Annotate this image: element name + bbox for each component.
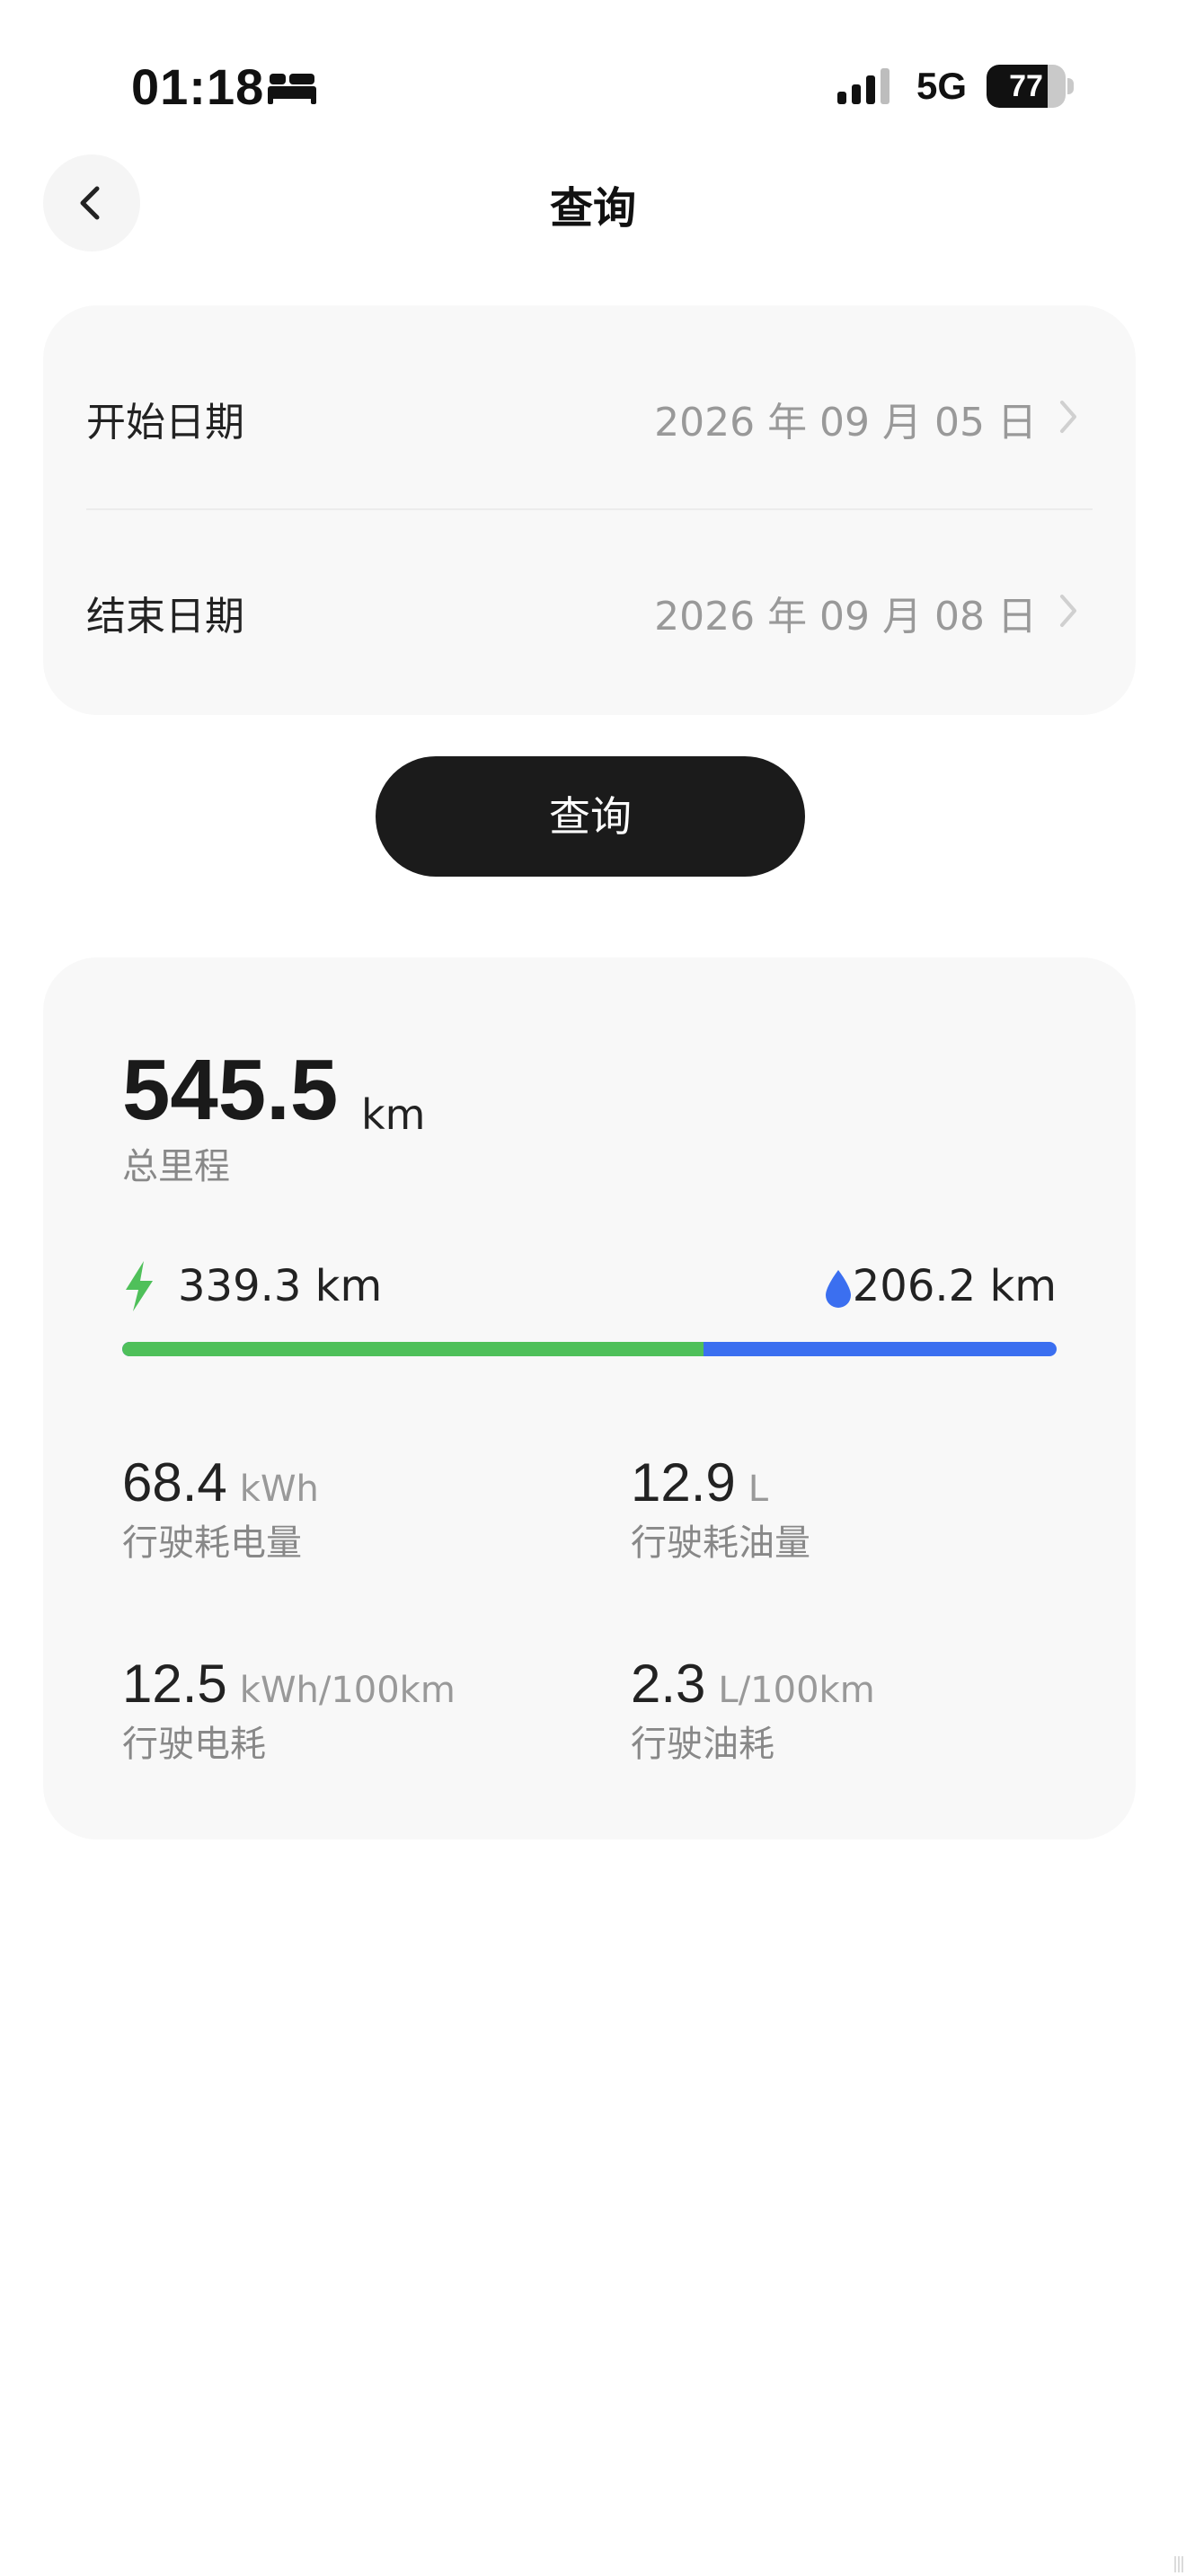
fuel-mileage: 206.2 km xyxy=(852,1261,1057,1311)
metric-label: 行驶耗油量 xyxy=(631,1522,810,1564)
query-page: 01:18 5G 77 查询 开始日期 2026 年 09 月 05 日 结束日… xyxy=(0,0,1186,2576)
status-time: 01:18 xyxy=(131,58,265,115)
metric-unit: L/100km xyxy=(718,1670,875,1711)
query-button[interactable]: 查询 xyxy=(376,756,805,877)
mileage-summary-card: 545.5 km 总里程 339.3 km 206.2 km 68.4 kWh 行… xyxy=(43,957,1136,1839)
end-date-value: 2026 年 09 月 08 日 xyxy=(654,594,1037,640)
start-date-row[interactable]: 开始日期 2026 年 09 月 05 日 xyxy=(43,345,1136,489)
chevron-right-icon xyxy=(1060,401,1076,433)
metric-unit: kWh xyxy=(239,1469,319,1510)
divider xyxy=(86,508,1093,510)
metric-label: 行驶电耗 xyxy=(122,1724,266,1765)
metric-unit: L xyxy=(748,1469,769,1510)
status-bar: 01:18 5G 77 xyxy=(0,0,1186,144)
signal-icon xyxy=(837,68,890,104)
total-mileage-label: 总里程 xyxy=(122,1146,230,1187)
metric-value: 2.3 xyxy=(631,1654,706,1714)
metric-label: 行驶耗电量 xyxy=(122,1522,302,1564)
chevron-right-icon xyxy=(1060,595,1076,627)
start-date-value: 2026 年 09 月 05 日 xyxy=(654,400,1037,446)
metric-value: 12.9 xyxy=(631,1452,736,1513)
page-title: 查询 xyxy=(549,183,636,234)
metric-value: 68.4 xyxy=(122,1452,227,1513)
water-drop-icon xyxy=(826,1270,851,1308)
lightning-icon xyxy=(126,1261,153,1311)
start-date-label: 开始日期 xyxy=(86,400,244,446)
network-type: 5G xyxy=(916,65,968,107)
metric-label: 行驶油耗 xyxy=(631,1724,774,1765)
electric-portion xyxy=(122,1342,704,1356)
grip-icon xyxy=(1174,2556,1183,2572)
end-date-label: 结束日期 xyxy=(86,594,244,640)
metric-value: 12.5 xyxy=(122,1654,227,1714)
end-date-row[interactable]: 结束日期 2026 年 09 月 08 日 xyxy=(43,539,1136,683)
metric-energy-used: 68.4 kWh 行驶耗电量 xyxy=(122,1451,589,1568)
date-range-card: 开始日期 2026 年 09 月 05 日 结束日期 2026 年 09 月 0… xyxy=(43,305,1136,715)
battery-level: 77 xyxy=(1009,69,1043,103)
metric-unit: kWh/100km xyxy=(239,1670,456,1711)
metric-fuel-used: 12.9 L 行驶耗油量 xyxy=(631,1451,1098,1568)
total-mileage-value: 545.5 xyxy=(122,1042,339,1138)
metric-fuel-consumption: 2.3 L/100km 行驶油耗 xyxy=(631,1653,1098,1769)
sleep-icon xyxy=(268,74,316,104)
total-mileage-unit: km xyxy=(361,1090,426,1139)
metric-energy-consumption: 12.5 kWh/100km 行驶电耗 xyxy=(122,1653,589,1769)
electric-mileage: 339.3 km xyxy=(178,1261,383,1311)
mileage-split-bar xyxy=(122,1342,1057,1356)
battery-icon: 77 xyxy=(987,65,1075,108)
